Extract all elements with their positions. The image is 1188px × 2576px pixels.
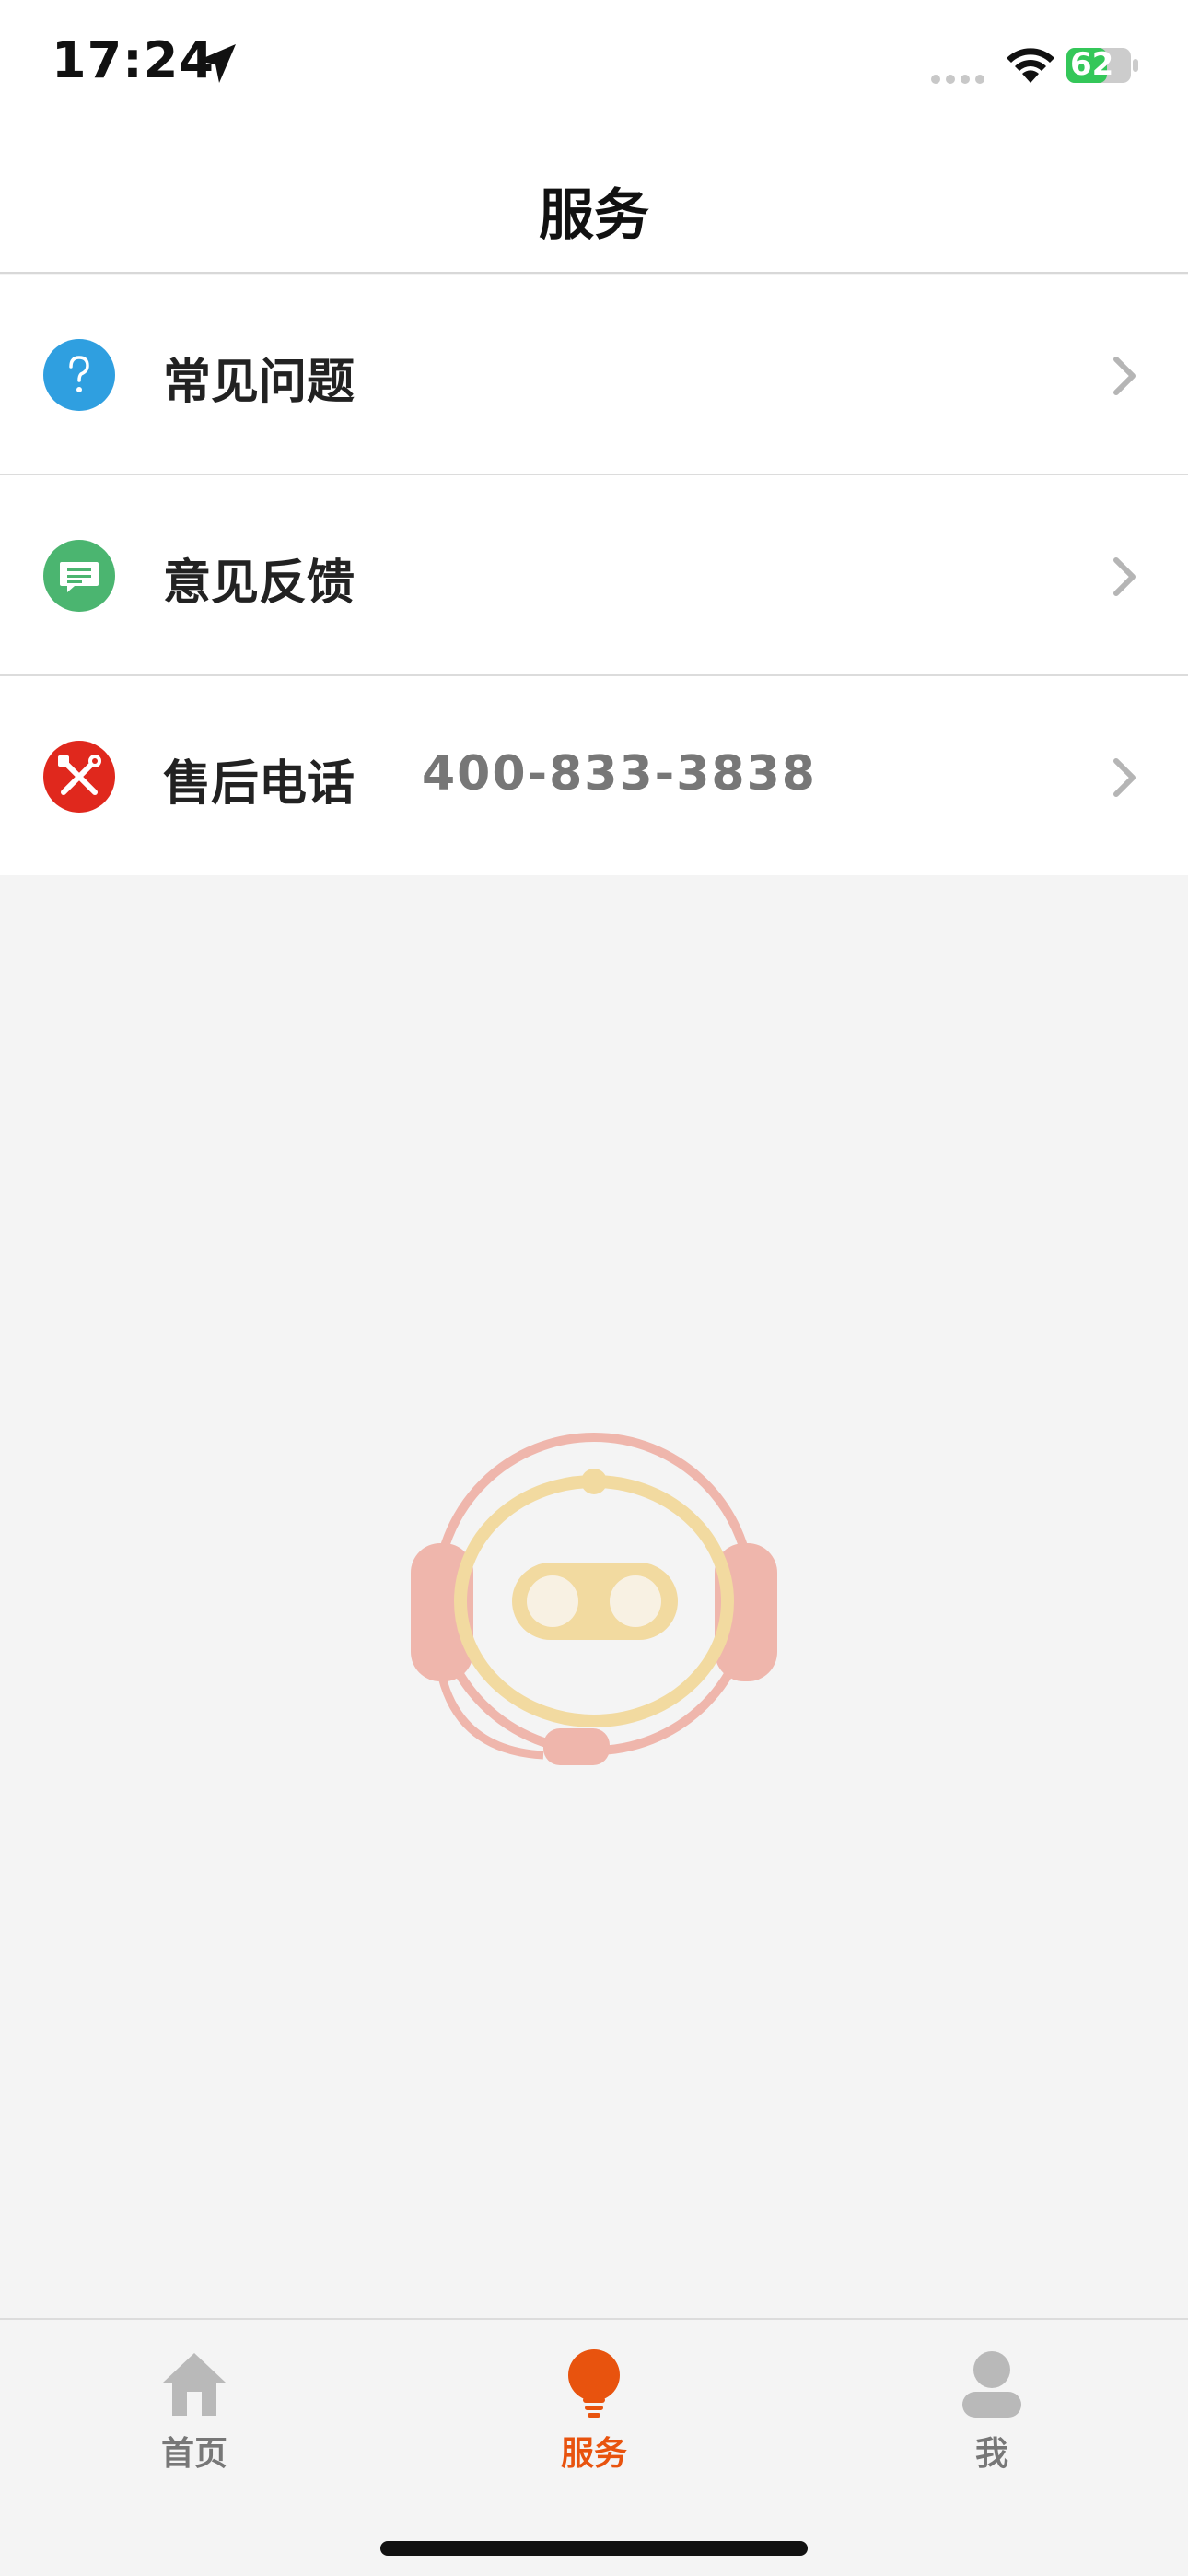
- tab-label: 服务: [560, 2435, 627, 2473]
- tab-service[interactable]: 服务: [502, 2348, 686, 2486]
- tools-icon: [43, 741, 115, 813]
- support-robot-icon: [411, 1433, 777, 1765]
- list-item-label: 意见反馈: [163, 556, 355, 611]
- user-icon: [962, 2351, 1021, 2418]
- question-icon: [43, 339, 115, 411]
- chevron-right-icon: [1113, 357, 1136, 395]
- wifi-icon: [1007, 48, 1054, 83]
- phone-number[interactable]: 400-833-3838: [422, 746, 817, 802]
- tab-label: 首页: [160, 2435, 227, 2473]
- lightbulb-icon: [568, 2349, 620, 2418]
- list-item-aftersales-phone[interactable]: 售后电话 400-833-3838: [0, 676, 1188, 875]
- tab-bar: 首页 服务 我: [0, 2318, 1188, 2576]
- feedback-icon: [43, 540, 115, 612]
- signal-icon: [931, 75, 984, 84]
- service-list: 常见问题 意见反馈 售后电话 400-833-3838: [0, 275, 1188, 875]
- tab-me[interactable]: 我: [900, 2348, 1084, 2486]
- home-icon: [163, 2353, 226, 2416]
- status-time: 17:24: [52, 31, 215, 89]
- header: 服务: [0, 134, 1188, 274]
- list-item-label: 售后电话: [163, 756, 355, 812]
- list-item-label: 常见问题: [163, 355, 355, 410]
- list-item-faq[interactable]: 常见问题: [0, 275, 1188, 475]
- list-item-feedback[interactable]: 意见反馈: [0, 475, 1188, 676]
- page-title: 服务: [539, 183, 649, 248]
- chevron-right-icon: [1113, 758, 1136, 797]
- home-indicator[interactable]: [380, 2541, 808, 2556]
- tab-label: 我: [974, 2435, 1008, 2473]
- tab-home[interactable]: 首页: [102, 2348, 286, 2486]
- battery-level: 62: [1070, 46, 1114, 83]
- location-arrow-icon: [197, 44, 236, 83]
- status-bar: 17:24 62: [0, 0, 1188, 134]
- chevron-right-icon: [1113, 557, 1136, 596]
